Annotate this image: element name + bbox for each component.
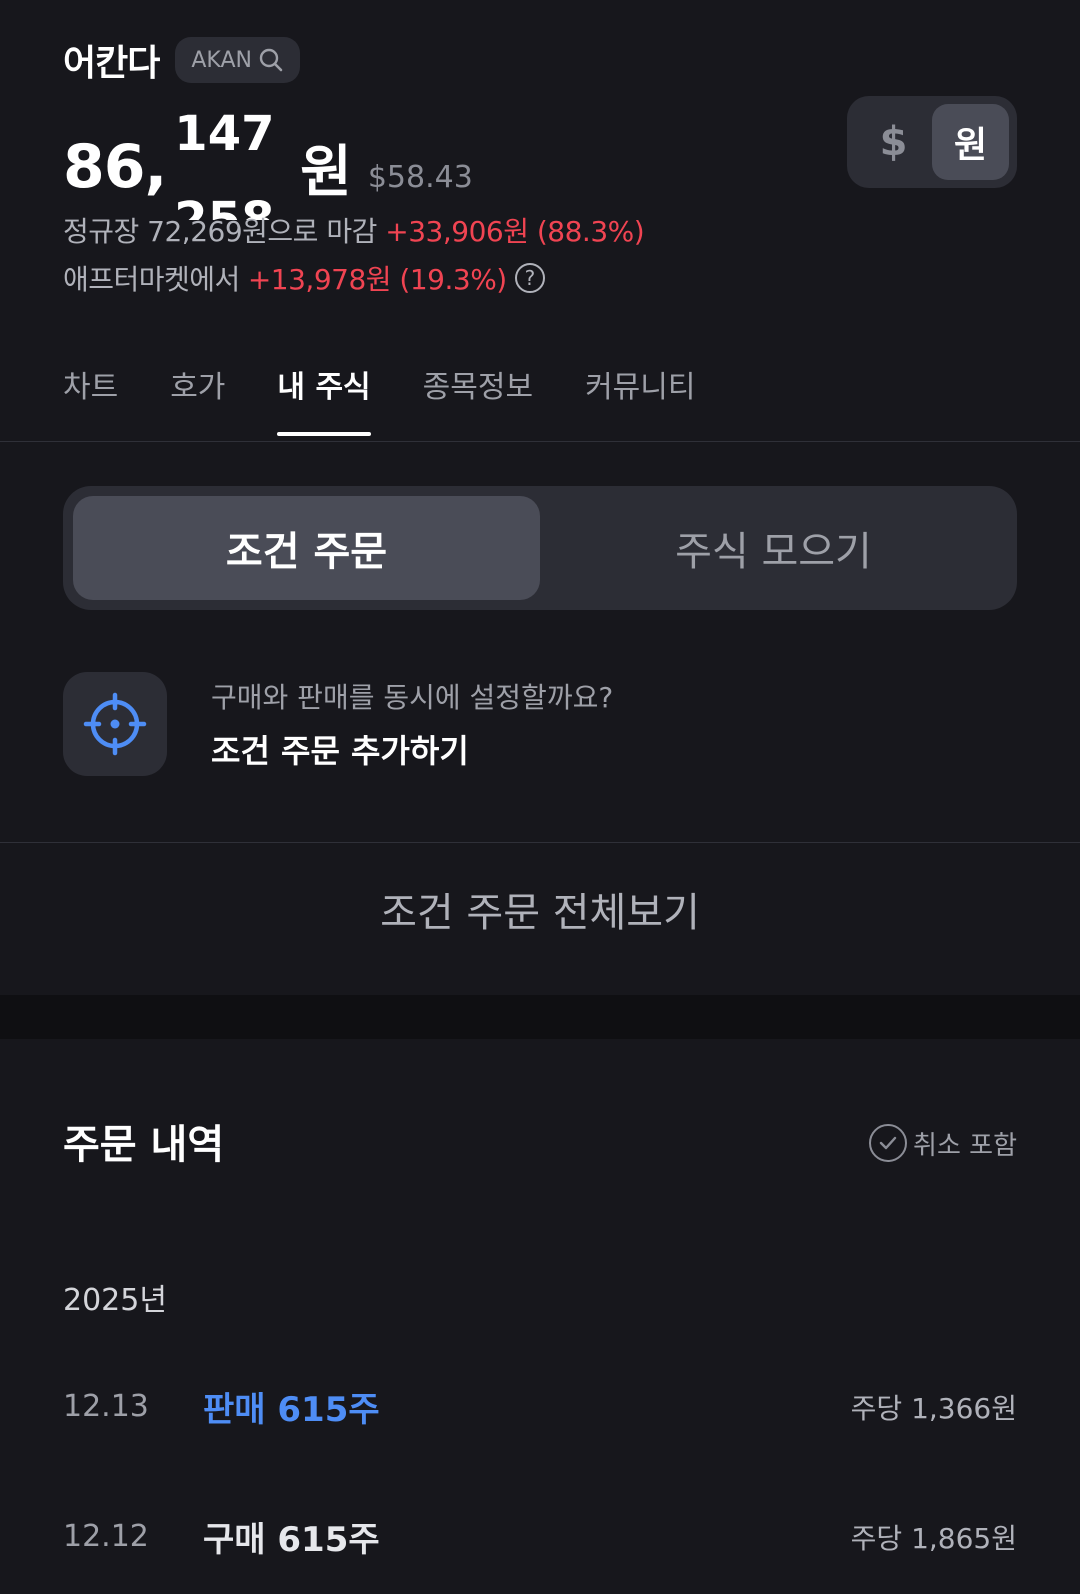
after-market-change: +13,978원 (19.3%) <box>247 263 507 296</box>
view-all-conditional-orders-button[interactable]: 조건 주문 전체보기 <box>0 880 1080 938</box>
price-display: 86, 147 258 원 <box>63 114 352 220</box>
after-market-info: 애프터마켓에서 +13,978원 (19.3%) ? <box>63 258 545 298</box>
order-type: 판매 615주 <box>203 1390 380 1430</box>
regular-close-info: 정규장 72,269원으로 마감 +33,906원 (88.3%) <box>63 210 645 250</box>
order-row[interactable]: 12.13 판매 615주 주당 1,366원 <box>63 1382 1017 1431</box>
include-cancelled-label: 취소 포함 <box>913 1130 1017 1161</box>
price-unit: 원 <box>300 139 352 205</box>
tab-chart[interactable]: 차트 <box>63 362 118 436</box>
ticker-search-chip[interactable]: AKAN <box>175 37 300 83</box>
close-label: 정규장 72,269원으로 마감 <box>63 215 377 248</box>
add-condition-title[interactable]: 조건 주문 추가하기 <box>211 726 613 772</box>
crosshair-icon <box>83 692 147 756</box>
currency-won-option[interactable]: 원 <box>932 104 1009 180</box>
after-market-label: 애프터마켓에서 <box>63 263 240 296</box>
tabs-divider <box>0 441 1080 442</box>
tab-stock-info[interactable]: 종목정보 <box>423 362 533 436</box>
order-type-segment: 조건 주문 주식 모으기 <box>63 486 1017 610</box>
price-prefix: 86, <box>63 132 167 202</box>
stock-detail-page: 어칸다 AKAN 86, 147 258 원 $58.43 $ 원 정규장 72… <box>0 0 1080 1594</box>
section-divider <box>0 842 1080 843</box>
tab-my-stock[interactable]: 내 주식 <box>277 362 371 436</box>
add-conditional-order[interactable]: 구매와 판매를 동시에 설정할까요? 조건 주문 추가하기 <box>63 672 613 776</box>
add-condition-subtitle: 구매와 판매를 동시에 설정할까요? <box>211 681 614 714</box>
order-row[interactable]: 12.12 구매 615주 주당 1,865원 <box>63 1512 1017 1561</box>
order-price: 주당 1,865원 <box>850 1521 1017 1555</box>
order-history-title: 주문 내역 <box>63 1122 225 1168</box>
segment-stock-accumulate[interactable]: 주식 모으기 <box>540 496 1007 600</box>
stock-name: 어칸다 <box>63 43 160 84</box>
section-gap <box>0 995 1080 1039</box>
add-condition-texts: 구매와 판매를 동시에 설정할까요? 조건 주문 추가하기 <box>211 676 613 772</box>
stock-header: 어칸다 AKAN 86, 147 258 원 $58.43 $ 원 정규장 72… <box>63 34 1017 304</box>
price-roll-top: 147 <box>174 114 275 162</box>
currency-dollar-option[interactable]: $ <box>855 119 932 165</box>
order-type: 구매 615주 <box>203 1520 380 1560</box>
price-usd: $58.43 <box>367 160 473 195</box>
check-circle-icon <box>869 1124 908 1162</box>
order-date: 12.13 <box>63 1389 149 1424</box>
segment-conditional-order[interactable]: 조건 주문 <box>73 496 540 600</box>
order-date: 12.12 <box>63 1519 149 1554</box>
title-row: 어칸다 AKAN <box>63 34 1017 86</box>
currency-toggle[interactable]: $ 원 <box>847 96 1017 188</box>
ticker-label: AKAN <box>191 47 252 73</box>
tab-community[interactable]: 커뮤니티 <box>585 362 695 436</box>
price-rolling-digits: 147 258 <box>166 114 298 220</box>
add-condition-icon-box <box>63 672 167 776</box>
stock-tabs: 차트 호가 내 주식 종목정보 커뮤니티 <box>63 362 695 436</box>
include-cancelled-toggle[interactable]: 취소 포함 <box>869 1124 1017 1162</box>
close-change: +33,906원 (88.3%) <box>385 215 645 248</box>
order-price: 주당 1,366원 <box>850 1391 1017 1425</box>
help-icon[interactable]: ? <box>514 263 545 293</box>
price-row: 86, 147 258 원 $58.43 <box>63 114 473 220</box>
search-icon <box>259 48 283 72</box>
tab-orderbook[interactable]: 호가 <box>170 362 225 436</box>
year-label: 2025년 <box>63 1283 167 1318</box>
